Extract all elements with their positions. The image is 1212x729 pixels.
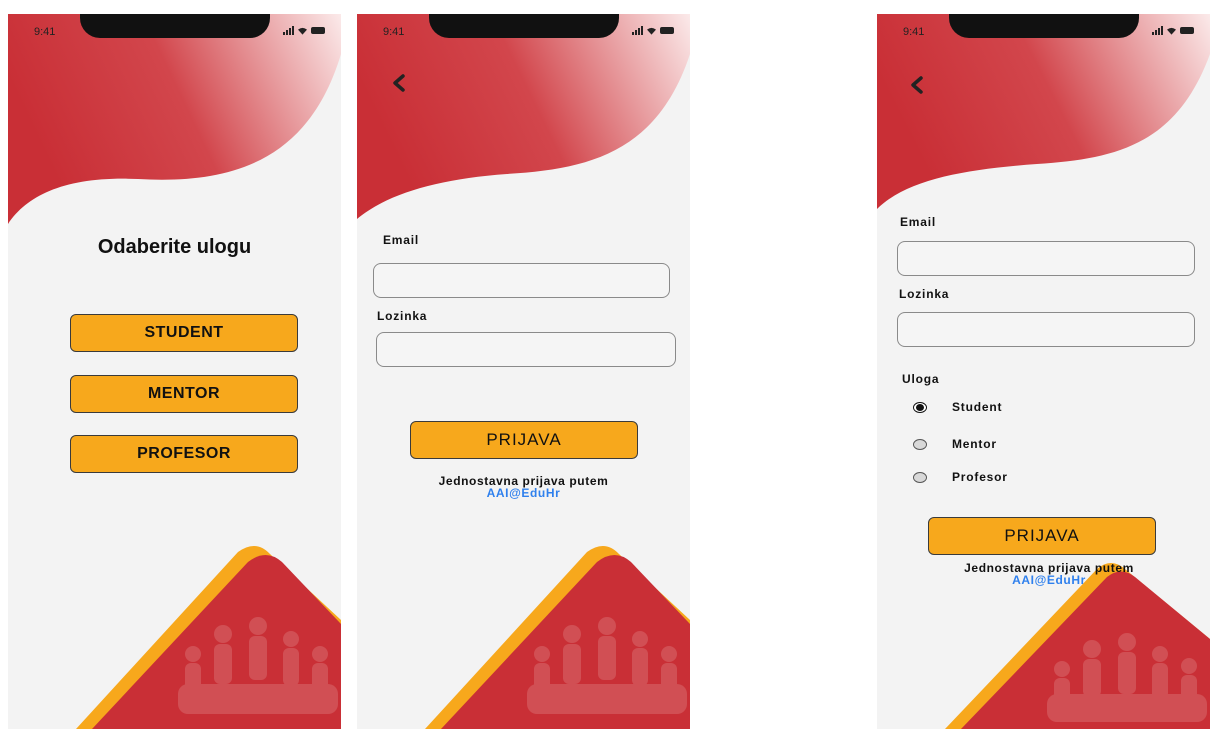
radio-mentor[interactable]: Mentor bbox=[913, 437, 997, 451]
battery-icon bbox=[1180, 27, 1194, 34]
background-art bbox=[8, 14, 341, 729]
radio-label-mentor: Mentor bbox=[952, 437, 997, 451]
wifi-icon bbox=[647, 27, 656, 35]
email-input[interactable] bbox=[897, 241, 1195, 276]
login-screen: 9:41 Email Lozinka PRIJAVA Jednostavna p… bbox=[357, 14, 690, 729]
role-selection-screen: 9:41 Odaberite ulogu STUDENT MENTOR PROF… bbox=[8, 14, 341, 729]
aai-eduhr-link[interactable]: AAI@EduHr bbox=[932, 574, 1166, 586]
radio-label-profesor: Profesor bbox=[952, 470, 1008, 484]
password-input[interactable] bbox=[897, 312, 1195, 347]
status-time: 9:41 bbox=[34, 26, 56, 38]
signal-icon bbox=[632, 26, 643, 35]
phone-notch bbox=[80, 14, 270, 38]
email-label: Email bbox=[900, 215, 937, 229]
chevron-left-icon[interactable] bbox=[905, 72, 929, 100]
login-button[interactable]: PRIJAVA bbox=[410, 421, 638, 459]
login-button[interactable]: PRIJAVA bbox=[928, 517, 1156, 555]
signal-icon bbox=[283, 26, 294, 35]
battery-icon bbox=[311, 27, 325, 34]
status-icons bbox=[1152, 26, 1194, 35]
mentor-role-button[interactable]: MENTOR bbox=[70, 375, 298, 413]
status-time: 9:41 bbox=[383, 26, 405, 38]
signal-icon bbox=[1152, 26, 1163, 35]
password-label: Lozinka bbox=[899, 287, 950, 301]
alt-login-text: Jednostavna prijava putem AAI@EduHr bbox=[397, 475, 650, 499]
wifi-icon bbox=[298, 27, 307, 35]
page-title: Odaberite ulogu bbox=[97, 236, 252, 258]
radio-profesor[interactable]: Profesor bbox=[913, 470, 1008, 484]
radio-student[interactable]: Student bbox=[913, 400, 1002, 414]
password-input[interactable] bbox=[376, 332, 676, 367]
password-label: Lozinka bbox=[377, 309, 428, 323]
background-art bbox=[357, 14, 690, 729]
radio-button-checked[interactable] bbox=[913, 401, 927, 413]
radio-button[interactable] bbox=[913, 438, 927, 450]
status-time: 9:41 bbox=[903, 26, 925, 38]
chevron-left-icon[interactable] bbox=[387, 70, 411, 98]
phone-notch bbox=[949, 14, 1139, 38]
status-icons bbox=[283, 26, 325, 35]
email-input[interactable] bbox=[373, 263, 670, 298]
email-label: Email bbox=[383, 233, 420, 247]
login-role-screen: 9:41 Email Lozinka Uloga Student Mentor … bbox=[877, 14, 1210, 729]
student-role-button[interactable]: STUDENT bbox=[70, 314, 298, 352]
status-icons bbox=[632, 26, 674, 35]
aai-eduhr-link[interactable]: AAI@EduHr bbox=[397, 487, 650, 499]
role-label: Uloga bbox=[902, 372, 940, 386]
alt-login-text: Jednostavna prijava putem AAI@EduHr bbox=[932, 562, 1166, 586]
phone-notch bbox=[429, 14, 619, 38]
radio-button[interactable] bbox=[913, 471, 927, 483]
battery-icon bbox=[660, 27, 674, 34]
profesor-role-button[interactable]: PROFESOR bbox=[70, 435, 298, 473]
radio-label-student: Student bbox=[952, 400, 1003, 414]
wifi-icon bbox=[1167, 27, 1176, 35]
